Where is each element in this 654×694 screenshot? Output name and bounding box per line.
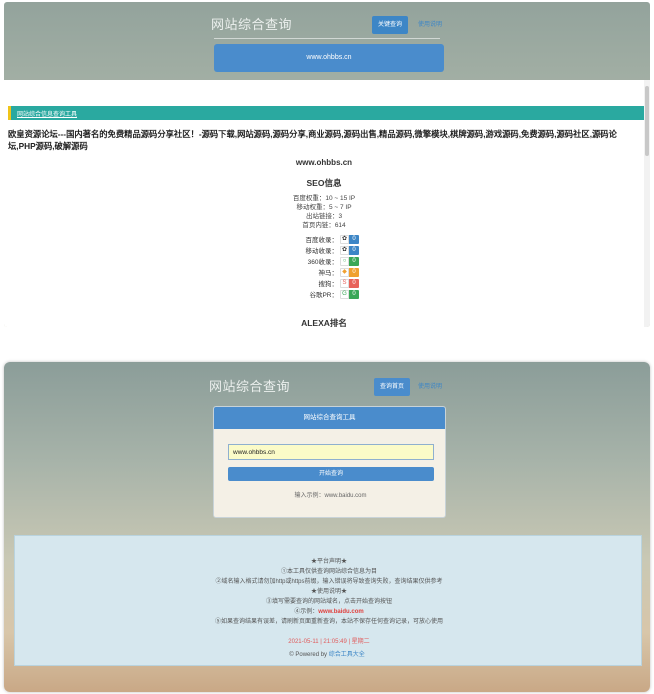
seo-internal-links: 首页内链：614 [302,222,346,229]
shenma-icon: ◆ [340,267,349,277]
top-screenshot: 网站综合查询 关键查询 使用说明 www.ohbbs.cn 网站综合信息查询工具… [4,2,650,327]
query-card: 网站综合查询工具 开始查询 输入示例：www.baidu.com [213,406,446,518]
result-panel: 网站综合信息查询工具 欧皇资源论坛---国内著名的免费精品源码分享社区！-源码下… [4,80,644,327]
index-row-360: 360收录： ○ 0 [294,256,359,266]
notice-datetime: 2021-05-11 | 21:05:49 | 星期二 [288,639,370,645]
index-badge[interactable]: ◆ 0 [340,267,359,277]
top-header: 网站综合查询 关键查询 使用说明 [4,2,650,42]
start-query-button[interactable]: 开始查询 [228,467,434,481]
index-badge[interactable]: ○ 0 [340,256,359,266]
notice-panel: ★平台声明★ ①本工具仅供查询网站综合信息为目 ②域名输入格式请勿加http或h… [14,535,642,666]
baidu-icon: ✿ [340,234,349,244]
so360-icon: ○ [340,256,349,266]
nav-query-home[interactable]: 查询首页 [374,378,411,396]
scrollbar[interactable] [644,80,650,327]
site-description: 欧皇资源论坛---国内著名的免费精品源码分享社区！-源码下载,网站源码,源码分享… [8,129,617,151]
notice-heading: ★平台声明★ [310,559,347,565]
notice-line-5: ⑤如果查询结果有误差，请刷新页面重新查询，本站不保存任何查询记录，可放心使用 [214,619,443,625]
index-value: 0 [349,256,359,266]
index-value: 0 [349,234,359,244]
site-brand[interactable]: 网站综合查询 [209,376,290,395]
nav-usage-guide[interactable]: 使用说明 [418,16,442,34]
site-domain: www.ohbbs.cn [295,158,353,167]
index-row-google: 谷歌PR： G0 [294,289,359,299]
baidu-mobile-icon: ✿ [340,245,349,255]
notice-heading-2: ★使用说明★ [310,589,347,595]
site-brand[interactable]: 网站综合查询 [211,14,292,33]
google-icon: G [340,289,349,299]
notice-line-2: ②域名输入格式请勿加http或https前缀，输入错误将导致查询失败，查询结果仅… [215,579,443,585]
footer-link[interactable]: 综合工具大全 [329,652,365,658]
index-value: 0 [349,289,359,299]
index-value: 0 [349,267,359,277]
index-row-sogou: 搜狗： S0 [294,278,359,288]
header-divider [214,38,440,39]
index-value: 0 [349,278,359,288]
query-card-title: 网站综合查询工具 [214,407,445,429]
index-badge[interactable]: S0 [340,278,359,288]
nav-usage-guide[interactable]: 使用说明 [418,378,442,396]
index-label: 移动收录： [305,248,339,255]
sogou-icon: S [340,278,349,288]
index-label: 360收录： [307,259,338,266]
input-example-hint: 输入示例：www.baidu.com [294,493,367,499]
index-badge[interactable]: ✿ 0 [340,245,359,255]
notice-line-1: ①本工具仅供查询网站综合信息为目 [280,569,377,575]
notice-line-4: ④示例：www.baidu.com [15,606,643,615]
index-row-mobile: 移动收录： ✿ 0 [294,245,359,255]
index-label: 神马： [318,270,339,277]
result-title-link[interactable]: 网站综合信息查询工具 [17,109,77,118]
nav-query-home[interactable]: 关键查询 [372,16,409,34]
index-badge[interactable]: G0 [340,289,359,299]
index-row-shenma: 神马： ◆ 0 [294,267,359,277]
footer-prefix: © Powered by [289,652,329,658]
index-badge[interactable]: ✿ 0 [340,234,359,244]
seo-section-title: SEO信息 [306,178,342,188]
index-label: 谷歌PR： [309,292,338,299]
index-value: 0 [349,245,359,255]
page-footer: © Powered by 综合工具大全 [4,649,650,658]
index-label: 百度收录： [305,237,339,244]
bottom-header: 网站综合查询 查询首页 使用说明 [4,362,650,402]
scrollbar-thumb[interactable] [645,86,649,156]
result-title-bar: 网站综合信息查询工具 [8,106,644,120]
domain-input[interactable] [228,444,434,460]
index-row-baidu: 百度收录： ✿ 0 [294,234,359,244]
notice-example-domain[interactable]: www.baidu.com [318,609,363,615]
alexa-section-title: ALEXA排名 [301,318,347,327]
queried-domain-bar[interactable]: www.ohbbs.cn [214,44,444,72]
index-label: 搜狗： [318,281,339,288]
bottom-screenshot: 网站综合查询 查询首页 使用说明 网站综合查询工具 开始查询 输入示例：www.… [4,362,650,692]
notice-line-3: ③填写需要查询的网站域名，点击开始查询按钮 [265,599,392,605]
notice-example-label: ④示例： [294,609,319,615]
